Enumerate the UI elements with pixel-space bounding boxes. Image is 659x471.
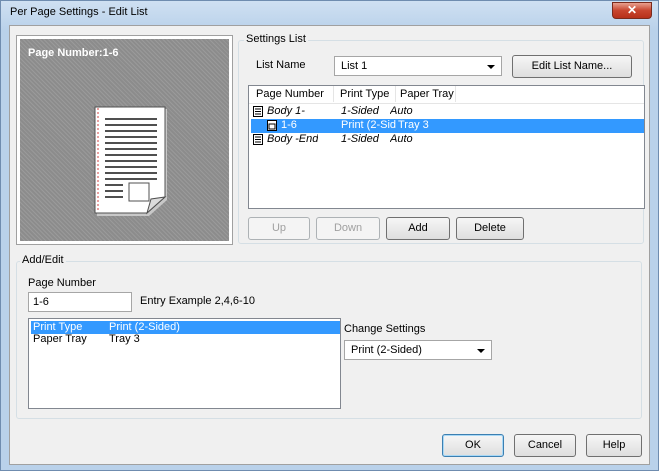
settings-list-table[interactable]: Page Number Print Type Paper Tray Body 1… (248, 85, 645, 209)
entry-example-text: Entry Example 2,4,6-10 (140, 295, 255, 307)
page-number-label: Page Number (28, 277, 96, 289)
row-paper-tray: Auto (390, 133, 413, 145)
dialog-window: Per Page Settings - Edit List ✕ Page Num… (0, 0, 659, 471)
table-row[interactable]: Body 1- 1-Sided Auto (251, 105, 644, 119)
column-divider (333, 86, 334, 102)
help-button[interactable]: Help (586, 434, 642, 457)
dialog-client: Page Number:1-6 Settings List List Name … (9, 25, 650, 465)
window-title: Per Page Settings - Edit List (10, 6, 148, 18)
cancel-button[interactable]: Cancel (514, 434, 576, 457)
add-button[interactable]: Add (386, 217, 450, 240)
column-divider (395, 86, 396, 102)
row-print-type: 1-Sided (341, 105, 379, 117)
add-edit-label: Add/Edit (20, 254, 66, 266)
change-settings-value: Print (2-Sided) (351, 344, 422, 356)
row-page-number: 1-6 (281, 119, 297, 131)
preview-image: Page Number:1-6 (20, 39, 229, 241)
close-button[interactable]: ✕ (612, 2, 652, 19)
list-name-dropdown[interactable]: List 1 (334, 56, 502, 76)
row-paper-tray: Tray 3 (398, 119, 429, 131)
page-number-input[interactable]: 1-6 (28, 292, 132, 312)
column-divider (455, 86, 456, 102)
change-settings-dropdown[interactable]: Print (2-Sided) (344, 340, 492, 360)
column-header-paper-tray[interactable]: Paper Tray (400, 88, 454, 100)
delete-button[interactable]: Delete (456, 217, 524, 240)
row-page-number: Body 1- (267, 105, 305, 117)
column-header-print-type[interactable]: Print Type (340, 88, 389, 100)
table-row[interactable]: Body -End 1-Sided Auto (251, 133, 644, 147)
title-bar[interactable]: Per Page Settings - Edit List ✕ (1, 1, 658, 23)
chevron-down-icon (477, 349, 485, 353)
row-paper-tray: Auto (390, 105, 413, 117)
row-page-number: Body -End (267, 133, 319, 145)
change-settings-label: Change Settings (344, 323, 426, 335)
row-print-type: 1-Sided (341, 133, 379, 145)
page-range-icon (267, 120, 277, 131)
property-name: Print Type (33, 321, 83, 333)
property-value: Print (2-Sided) (109, 321, 180, 333)
table-header: Page Number Print Type Paper Tray (249, 86, 644, 104)
page-number-value: 1-6 (33, 296, 49, 308)
preview-pane: Page Number:1-6 (16, 35, 233, 245)
chevron-down-icon (487, 65, 495, 69)
page-list-icon (253, 134, 263, 145)
list-item[interactable]: Paper Tray Tray 3 (31, 333, 340, 346)
settings-list-label: Settings List (244, 33, 308, 45)
edit-list-name-button[interactable]: Edit List Name... (512, 55, 632, 78)
list-name-value: List 1 (341, 60, 368, 72)
column-header-page-number[interactable]: Page Number (256, 88, 324, 100)
property-value: Tray 3 (109, 333, 140, 345)
row-print-type: Print (2-Sided) (341, 119, 396, 131)
document-page-icon (94, 106, 167, 216)
down-button[interactable]: Down (316, 217, 380, 240)
ok-button[interactable]: OK (442, 434, 504, 457)
property-name: Paper Tray (33, 333, 87, 345)
list-name-label: List Name (256, 59, 306, 71)
property-list[interactable]: Print Type Print (2-Sided) Paper Tray Tr… (28, 318, 341, 409)
preview-title: Page Number:1-6 (28, 47, 119, 59)
up-button[interactable]: Up (248, 217, 310, 240)
page-list-icon (253, 106, 263, 117)
table-row[interactable]: 1-6 Print (2-Sided) Tray 3 (251, 119, 644, 133)
